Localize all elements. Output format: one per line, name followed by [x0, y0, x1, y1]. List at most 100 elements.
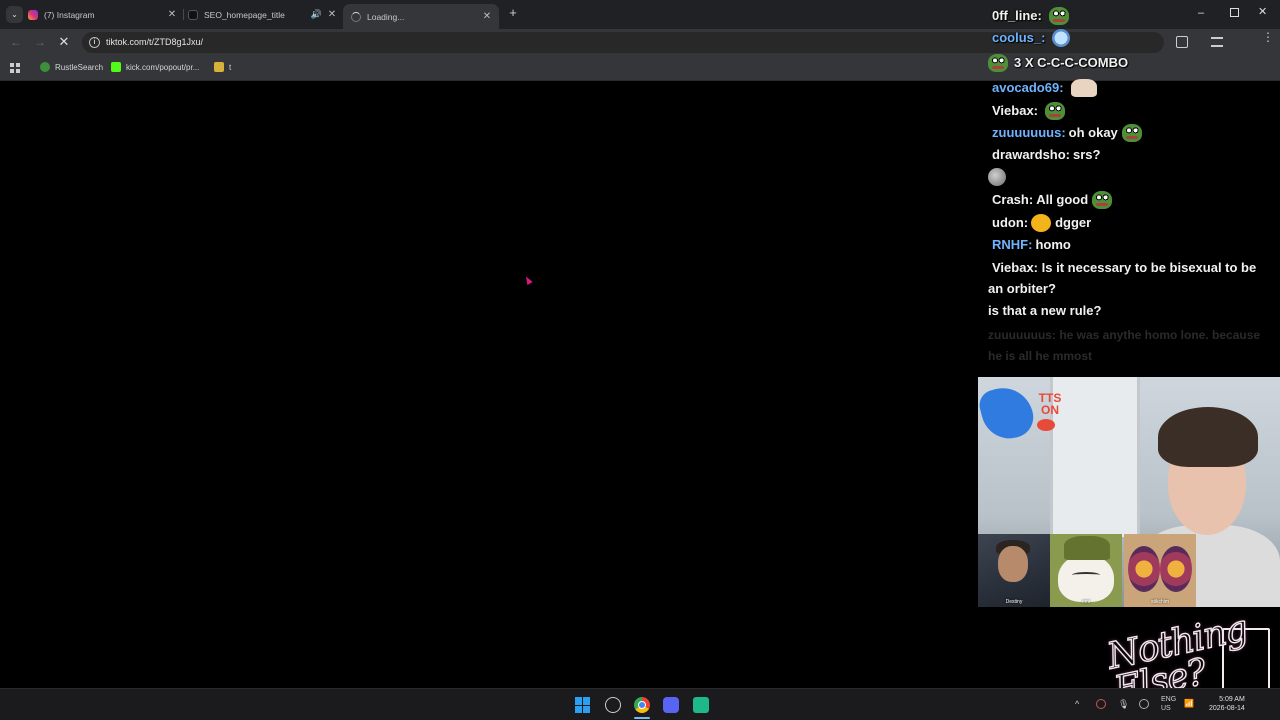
chat-username: udon: [992, 215, 1029, 230]
close-tab-icon[interactable]: ✕ [326, 9, 338, 21]
guest-label: stikchim [1150, 599, 1170, 605]
guest-label: Destiny [1005, 599, 1023, 605]
kick-icon [111, 62, 121, 72]
tab-title: SEO_homepage_title [204, 9, 285, 20]
chat-username: zuuuuuuus: [992, 125, 1066, 140]
emoji-emote-icon [1052, 29, 1071, 47]
chevron-down-icon: ⌄ [11, 10, 18, 19]
pepe-emote-icon [1092, 191, 1113, 209]
language-indicator[interactable]: ENG US [1161, 695, 1176, 713]
microphone-icon[interactable]: 🎙 [1118, 699, 1129, 710]
stream-chat-overlay: 0ff_line: coolus_: 3 X C-C-C-COMBO avoca… [984, 0, 1280, 370]
chat-text: oh okay [1068, 125, 1118, 140]
combo-text: 3 X C-C-C-COMBO [1014, 55, 1129, 70]
chat-emote-only [988, 168, 1006, 186]
audio-app-icon[interactable] [693, 697, 709, 713]
butterfly-wing-icon [1160, 546, 1192, 592]
chat-username: 0ff_line: [992, 8, 1042, 23]
chat-username: drawardsho: [992, 147, 1071, 162]
tab-instagram[interactable]: (7) Instagram ✕ [28, 4, 178, 25]
back-button[interactable]: ← [8, 34, 24, 50]
rock-emote-icon [988, 168, 1006, 186]
system-clock[interactable]: 5:09 AM 2026-08-14 [1209, 695, 1245, 713]
chat-text: All good [1036, 192, 1089, 207]
chat-message: zuuuuuuus: oh okay [992, 124, 1142, 142]
language-code: ENG [1161, 696, 1177, 703]
chrome-icon[interactable] [634, 697, 650, 713]
chevron-up-icon[interactable]: ^ [1075, 699, 1079, 709]
tts-text: TTS ON [1038, 391, 1062, 417]
discord-icon[interactable] [663, 697, 679, 713]
guest-label: emi [1081, 599, 1091, 605]
tab-loading[interactable]: Loading... ✕ [343, 4, 499, 29]
chat-message: 0ff_line: [992, 7, 1069, 25]
network-icon[interactable]: 📶 [1184, 699, 1194, 708]
guest-thumbnail: emi [1050, 534, 1122, 607]
chat-followup-message: is that a new rule? [988, 303, 1102, 318]
mascot-body [1058, 554, 1114, 602]
chat-message: udon: dgger [992, 214, 1091, 232]
dagger-emote-icon [1031, 214, 1052, 232]
taskbar: ^ 🎙 ENG US 📶 5:09 AM 2026-08-14 [0, 688, 1280, 720]
close-tab-icon[interactable]: ✕ [481, 11, 493, 23]
bookmark-kick[interactable]: kick.com/popout/pr... [111, 62, 199, 72]
region-code: US [1161, 705, 1171, 712]
tts-badge: TTS ON [978, 381, 1072, 445]
close-tab-icon[interactable]: ✕ [166, 9, 178, 21]
apps-grid-icon[interactable] [10, 63, 20, 73]
settings-icon[interactable] [605, 697, 621, 713]
stop-loading-button[interactable]: ✕ [56, 34, 72, 50]
tab-divider [183, 9, 184, 20]
loading-spinner-icon [351, 11, 361, 22]
chat-username: coolus_: [992, 30, 1046, 45]
chat-username: avocado69: [992, 80, 1064, 95]
chat-username: Crash: [992, 192, 1034, 207]
tts-blob-icon [978, 381, 1038, 445]
pepe-emote-icon [1045, 102, 1066, 120]
rustle-icon [40, 62, 50, 72]
guest-face [998, 546, 1028, 582]
tab-title: (7) Instagram [44, 9, 95, 20]
guest-thumbnail: stikchim [1124, 534, 1196, 607]
bookmark-label: kick.com/popout/pr... [126, 62, 200, 72]
tab-search-button[interactable]: ⌄ [6, 6, 23, 23]
forward-button[interactable]: → [32, 34, 48, 50]
active-app-indicator [634, 717, 650, 719]
tray-app-icon[interactable] [1096, 699, 1106, 709]
webcam-feed: TTS ON Destiny emi stikchim [978, 377, 1280, 607]
pepe-emote-icon [1121, 124, 1142, 142]
chat-long-message: Viebax: Is it necessary to be bisexual t… [988, 257, 1274, 299]
site-info-icon[interactable]: i [89, 37, 100, 48]
clock-date: 2026-08-14 [1209, 705, 1245, 712]
chat-text: homo [1035, 237, 1071, 252]
clock-time: 5:09 AM [1219, 696, 1245, 703]
chat-message: avocado69: [992, 79, 1097, 97]
bookmark-folder[interactable]: t [214, 62, 231, 72]
chat-faded-message: zuuuuuuus: he was anythe homo lone. beca… [988, 328, 1261, 363]
mascot-hat [1064, 536, 1110, 560]
tab-title: Loading... [367, 11, 405, 22]
chat-text: dgger [1055, 215, 1092, 230]
chat-combo-message: 3 X C-C-C-COMBO [988, 54, 1128, 72]
new-tab-button[interactable]: + [506, 6, 520, 20]
pepe-emote-icon [1048, 7, 1069, 25]
chat-username: RNHF: [992, 237, 1033, 252]
chat-message: Crash: All good [992, 191, 1113, 209]
chat-message: drawardsho: srs? [992, 147, 1100, 163]
chat-text: srs? [1073, 147, 1101, 162]
speaker-icon[interactable]: 🔊 [311, 9, 322, 20]
guest-thumbnail: Destiny [978, 534, 1050, 607]
mascot-eyes [1072, 572, 1100, 578]
butterfly-wing-icon [1128, 546, 1160, 592]
bookmark-rustlesearch[interactable]: RustleSearch [40, 62, 103, 72]
tiktok-icon [188, 9, 198, 20]
chat-username: Viebax: [992, 103, 1039, 118]
tray-status-icon[interactable] [1139, 699, 1149, 709]
url-text[interactable]: tiktok.com/t/ZTD8g1Jxu/ [106, 37, 203, 47]
chat-message: coolus_: [992, 29, 1071, 47]
hands-emote-icon [1070, 79, 1097, 97]
windows-start-icon[interactable] [575, 697, 591, 713]
tab-tiktok[interactable]: SEO_homepage_title 🔊 ✕ [188, 4, 338, 25]
chat-message: RNHF: homo [992, 237, 1071, 253]
chat-username: Viebax: [992, 260, 1039, 275]
